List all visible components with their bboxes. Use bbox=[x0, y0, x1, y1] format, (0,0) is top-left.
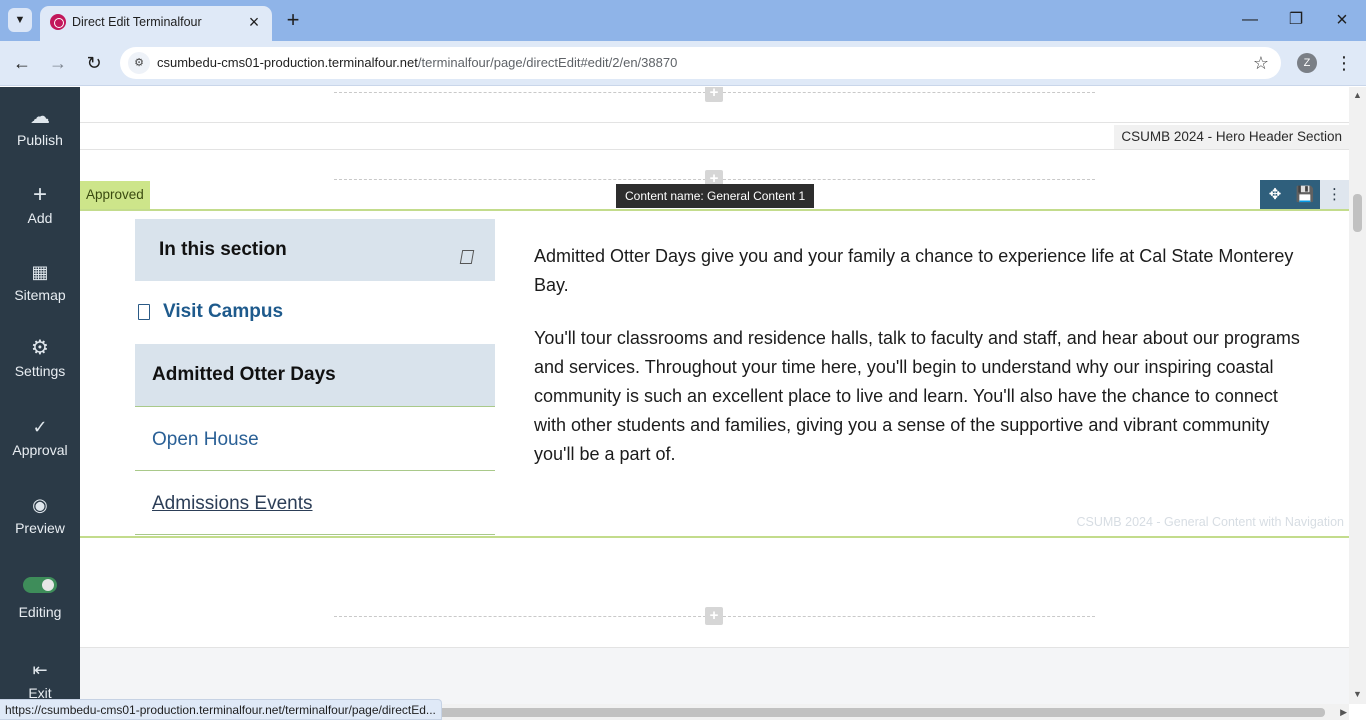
tab-close-icon[interactable]: × bbox=[244, 12, 264, 32]
sidebar-item-settings[interactable]: ⚙ Settings bbox=[0, 337, 80, 379]
nav-item-admissions-events[interactable]: Admissions Events bbox=[135, 471, 495, 535]
in-this-section-header[interactable]: In this section bbox=[135, 219, 495, 281]
close-window-icon[interactable]: × bbox=[1332, 10, 1352, 30]
content-border-top bbox=[80, 209, 1349, 211]
scroll-down-icon[interactable]: ▼ bbox=[1352, 689, 1363, 700]
address-bar[interactable]: ⚙ csumbedu-cms01-production.terminalfour… bbox=[120, 47, 1281, 79]
editing-toggle-icon[interactable] bbox=[23, 577, 57, 593]
general-content-body[interactable]: Admitted Otter Days give you and your fa… bbox=[534, 242, 1300, 493]
approved-status-badge: Approved bbox=[80, 181, 150, 209]
scroll-up-icon[interactable]: ▲ bbox=[1352, 90, 1363, 101]
in-this-section-title: In this section bbox=[159, 239, 287, 260]
tab-title: Direct Edit Terminalfour bbox=[72, 15, 202, 29]
browser-menu-icon[interactable]: ⋮ bbox=[1334, 51, 1354, 75]
more-options-icon[interactable]: ⋮ bbox=[1320, 180, 1349, 210]
sidebar-label-editing: Editing bbox=[18, 604, 62, 620]
sidebar-label-sitemap: Sitemap bbox=[14, 287, 66, 303]
tab-search-chevron-icon[interactable]: ▼ bbox=[8, 8, 32, 32]
bookmark-star-icon[interactable]: ☆ bbox=[1253, 52, 1269, 74]
reload-icon[interactable]: ↻ bbox=[83, 52, 105, 74]
content-template-label: CSUMB 2024 - General Content with Naviga… bbox=[1076, 515, 1345, 529]
nav-item-label: Open House bbox=[152, 429, 259, 450]
parent-link-visit-campus[interactable]: Visit Campus bbox=[135, 299, 495, 325]
page-canvas: + CSUMB 2024 - Hero Header Section + App… bbox=[80, 87, 1349, 704]
cms-sidebar: ☁ Publish + Add ▦ Sitemap ⚙ Settings ✓ A… bbox=[0, 87, 80, 720]
scrollbar-thumb[interactable] bbox=[1353, 194, 1362, 232]
sidebar-item-exit[interactable]: ⇤ Exit bbox=[0, 659, 80, 701]
restore-icon[interactable]: ❐ bbox=[1286, 10, 1306, 30]
browser-toolbar: ← → ↻ ⚙ csumbedu-cms01-production.termin… bbox=[0, 41, 1366, 86]
sidebar-label-add: Add bbox=[27, 210, 53, 226]
gear-icon: ⚙ bbox=[31, 337, 49, 359]
browser-tab-strip: ▼ Direct Edit Terminalfour × + — ❐ × bbox=[0, 0, 1366, 41]
sidebar-label-approval: Approval bbox=[12, 442, 68, 458]
sidebar-item-editing[interactable]: Editing bbox=[0, 574, 80, 620]
sidebar-item-sitemap[interactable]: ▦ Sitemap bbox=[0, 261, 80, 303]
url-host: csumbedu-cms01-production.terminalfour.n… bbox=[157, 55, 418, 70]
sidebar-item-approval[interactable]: ✓ Approval bbox=[0, 416, 80, 458]
content-paragraph: Admitted Otter Days give you and your fa… bbox=[534, 246, 1294, 295]
sidebar-item-preview[interactable]: ◉ Preview bbox=[0, 494, 80, 536]
sitemap-icon: ▦ bbox=[31, 262, 49, 282]
nav-item-current[interactable]: Admitted Otter Days bbox=[135, 344, 495, 407]
browser-tab[interactable]: Direct Edit Terminalfour × bbox=[40, 6, 272, 41]
check-icon: ✓ bbox=[32, 417, 48, 437]
url-path: /terminalfour/page/directEdit#edit/2/en/… bbox=[417, 55, 678, 70]
content-paragraph: You'll tour classrooms and residence hal… bbox=[534, 328, 1300, 464]
profile-avatar[interactable]: Z bbox=[1297, 53, 1317, 73]
save-icon[interactable]: 💾 bbox=[1290, 180, 1320, 210]
footer-region bbox=[80, 647, 1349, 704]
status-bar-url: https://csumbedu-cms01-production.termin… bbox=[0, 699, 442, 720]
content-border-bottom bbox=[80, 536, 1349, 538]
url-text: csumbedu-cms01-production.terminalfour.n… bbox=[157, 55, 677, 70]
section-divider bbox=[80, 122, 1349, 123]
sidebar-item-add[interactable]: + Add bbox=[0, 181, 80, 227]
section-divider bbox=[80, 149, 1349, 150]
nav-item-current-label: Admitted Otter Days bbox=[152, 364, 336, 385]
sidebar-item-publish[interactable]: ☁ Publish bbox=[0, 106, 80, 148]
new-tab-button[interactable]: + bbox=[282, 9, 304, 31]
content-name-tooltip: Content name: General Content 1 bbox=[616, 184, 815, 208]
minimize-icon[interactable]: — bbox=[1240, 10, 1260, 30]
exit-icon: ⇤ bbox=[32, 660, 48, 680]
site-info-icon[interactable]: ⚙ bbox=[128, 52, 150, 74]
cloud-upload-icon: ☁ bbox=[30, 106, 50, 128]
add-content-icon[interactable]: + bbox=[705, 607, 723, 625]
move-icon[interactable]: ✥ bbox=[1260, 180, 1290, 210]
forward-icon[interactable]: → bbox=[47, 52, 69, 74]
nav-item-label: Admissions Events bbox=[152, 493, 313, 514]
nav-item-open-house[interactable]: Open House bbox=[135, 407, 495, 471]
sidebar-label-publish: Publish bbox=[17, 132, 63, 148]
hero-header-section-label[interactable]: CSUMB 2024 - Hero Header Section bbox=[1114, 125, 1349, 149]
parent-link-label: Visit Campus bbox=[163, 301, 284, 322]
collapse-toggle-icon[interactable] bbox=[459, 250, 475, 264]
scroll-right-icon[interactable]: ▶ bbox=[1340, 707, 1347, 718]
parent-page-icon bbox=[138, 304, 150, 320]
vertical-scrollbar[interactable]: ▲ ▼ bbox=[1349, 87, 1366, 704]
add-content-icon[interactable]: + bbox=[705, 87, 723, 102]
sidebar-label-settings: Settings bbox=[14, 363, 66, 379]
terminalfour-favicon-icon bbox=[50, 14, 66, 30]
eye-icon: ◉ bbox=[32, 495, 48, 515]
plus-icon: + bbox=[32, 181, 47, 208]
sidebar-label-preview: Preview bbox=[15, 520, 65, 536]
back-icon[interactable]: ← bbox=[11, 52, 33, 74]
